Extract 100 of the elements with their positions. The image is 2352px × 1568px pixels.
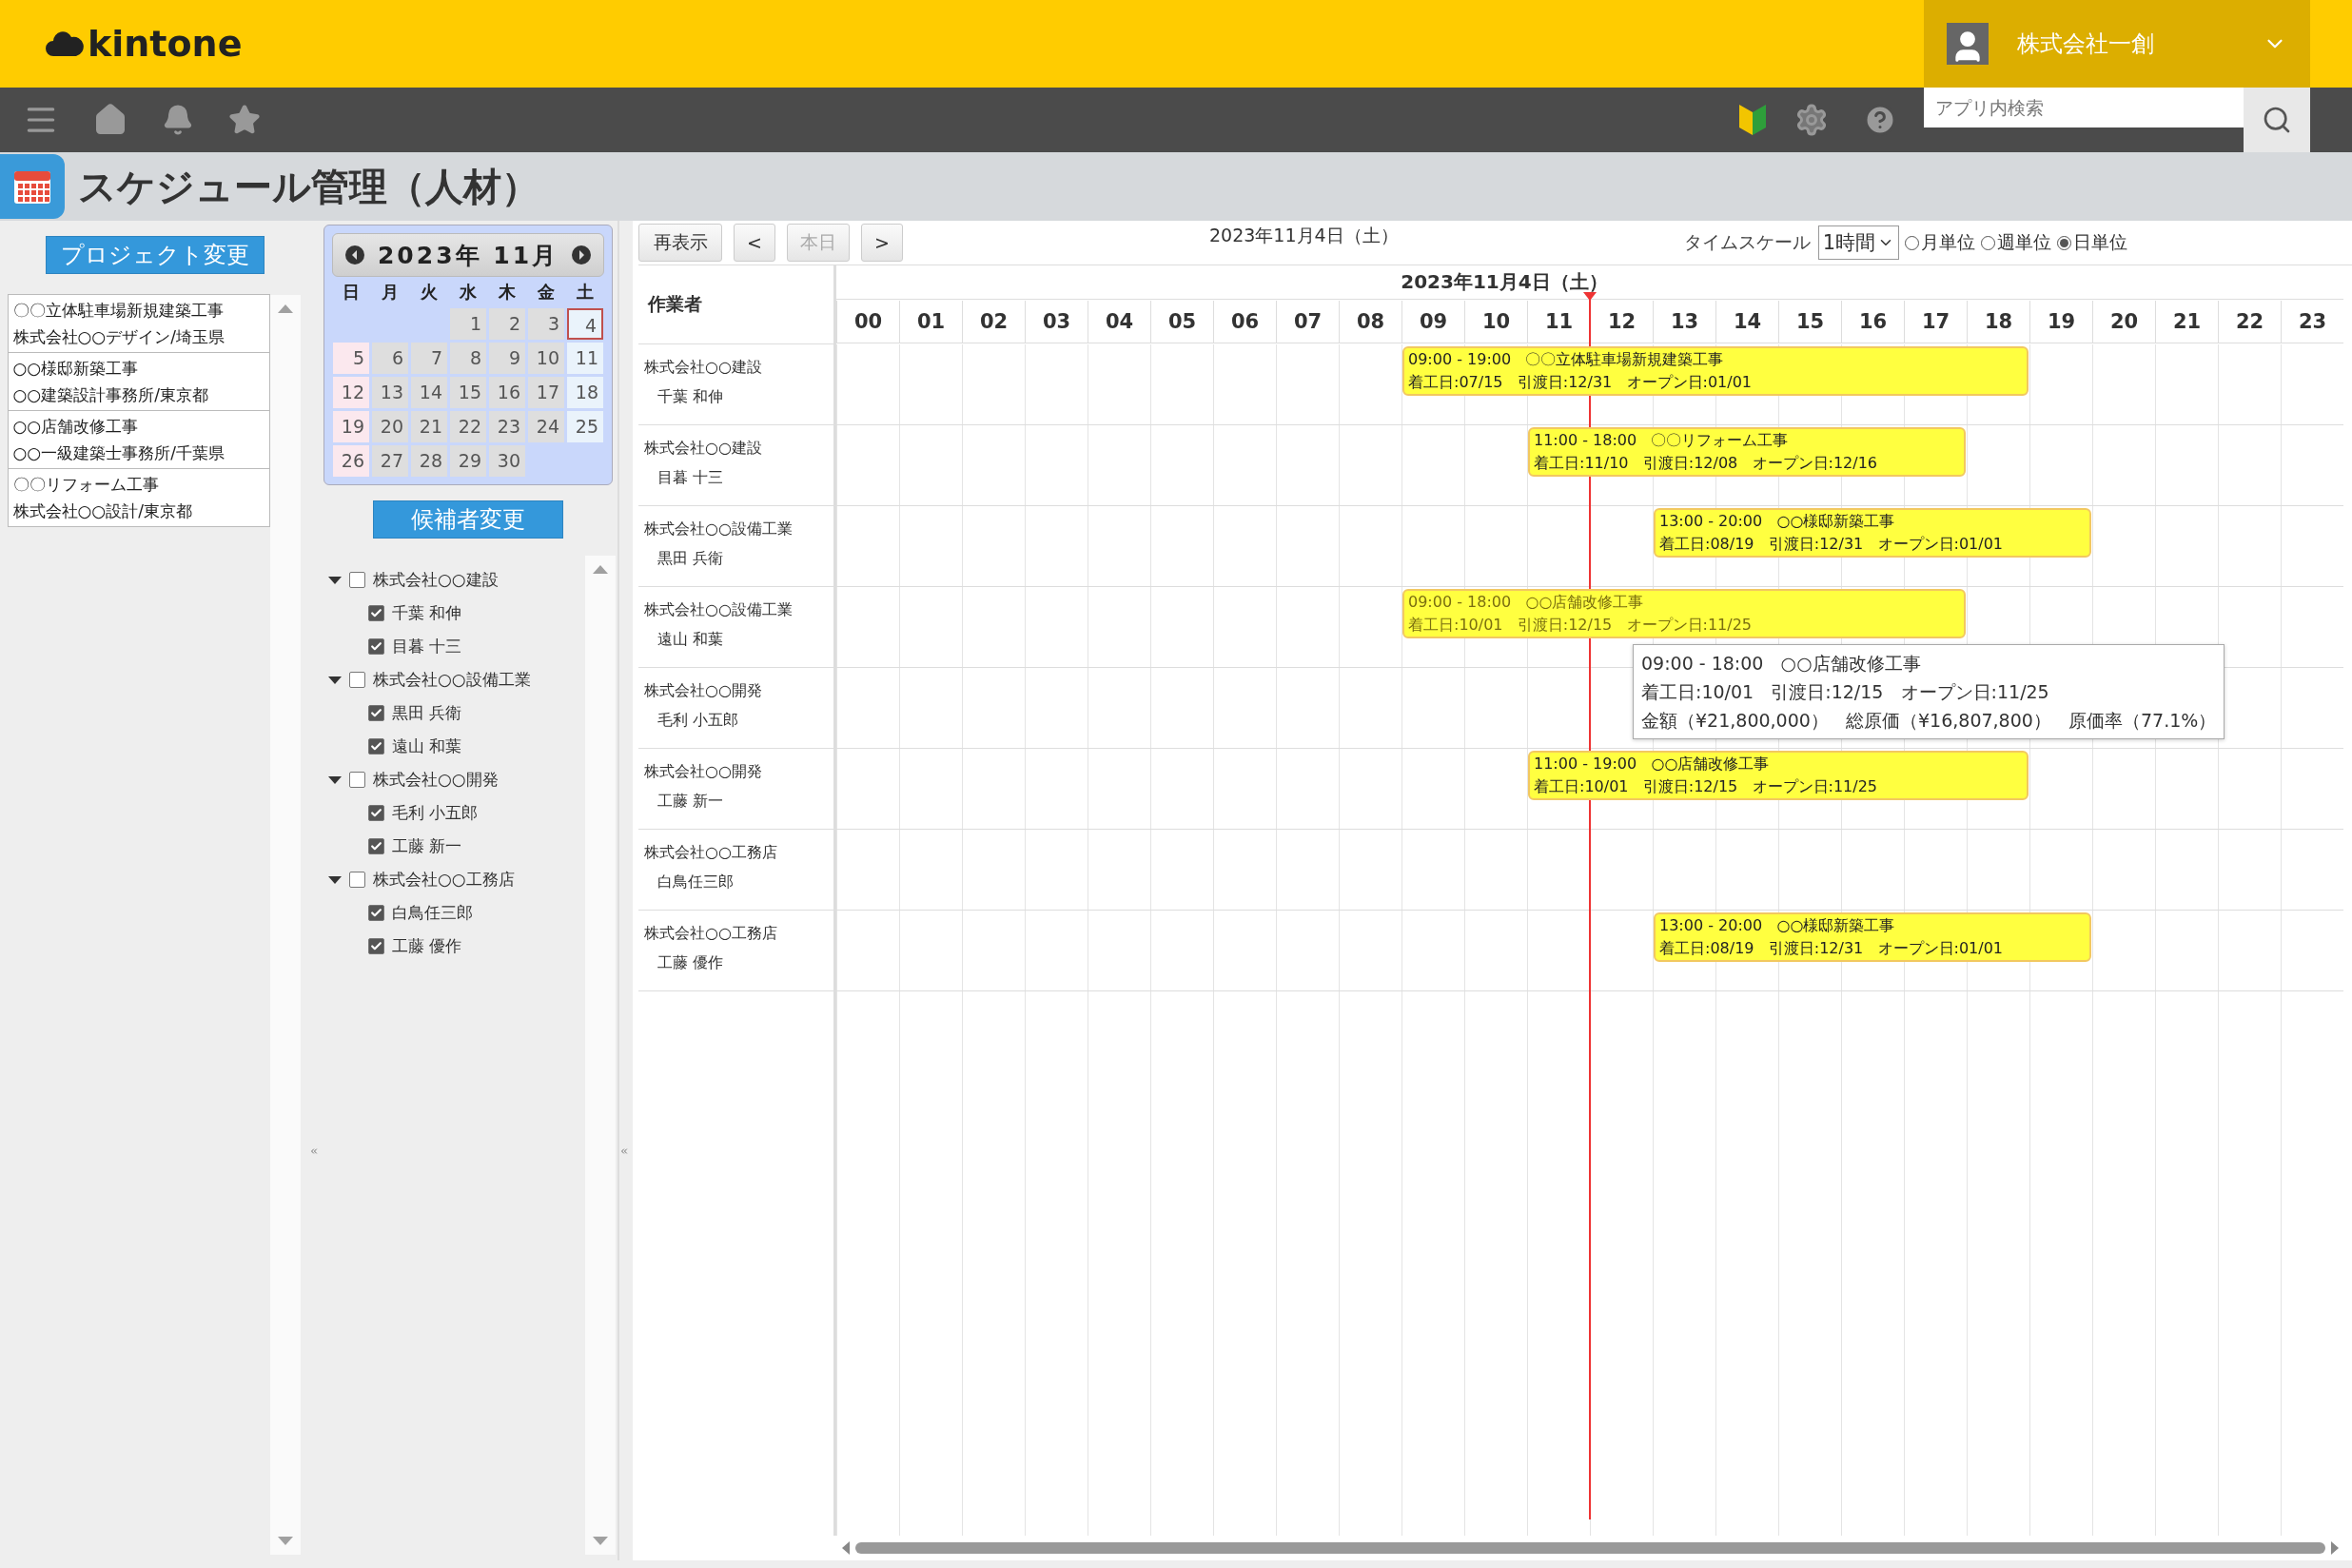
company-name: 株式会社○○設備工業: [644, 519, 794, 539]
schedule-event[interactable]: 11:00 - 18:00 〇〇リフォーム工事 着工日:11/10 引渡日:12/08 オープン日:12/16: [1528, 427, 1966, 477]
checkbox[interactable]: [349, 672, 365, 688]
kintone-logo[interactable]: kintone: [46, 23, 243, 65]
search-button[interactable]: [2244, 88, 2310, 152]
check-icon: [370, 707, 382, 719]
hour-label: 20: [2092, 301, 2155, 343]
scrollbar[interactable]: [585, 556, 616, 1555]
search-field[interactable]: アプリ内検索: [1924, 88, 2244, 127]
calendar-day[interactable]: 22: [450, 411, 486, 442]
project-client: ○○一級建築士事務所/千葉県: [12, 442, 225, 464]
company-name: 株式会社○○開発: [644, 680, 763, 701]
calendar-day[interactable]: 25: [567, 411, 603, 442]
weekday-label: 木: [498, 281, 517, 304]
calendar-day[interactable]: 10: [528, 343, 564, 374]
prev-month-icon[interactable]: [344, 245, 365, 265]
timescale-select[interactable]: 1時間: [1817, 225, 1899, 260]
company-label: 株式会社○○設備工業: [373, 669, 531, 691]
hour-label: 04: [1088, 301, 1150, 343]
calendar-day[interactable]: 16: [489, 377, 525, 408]
hour-label: 09: [1401, 301, 1464, 343]
schedule-event[interactable]: 11:00 - 19:00 ○○店舗改修工事 着工日:10/01 引渡日:12/15 オープン日:11/25: [1528, 751, 2029, 800]
calendar-day[interactable]: 12: [333, 377, 369, 408]
hour-label: 07: [1276, 301, 1339, 343]
calendar-day[interactable]: 26: [333, 445, 369, 477]
prev-button[interactable]: <: [734, 224, 775, 262]
checkbox[interactable]: [349, 872, 365, 888]
calendar-day[interactable]: 18: [567, 377, 603, 408]
refresh-button[interactable]: 再表示: [638, 224, 722, 262]
checkbox[interactable]: [349, 572, 365, 588]
hour-label: 05: [1150, 301, 1213, 343]
view-radio[interactable]: 週単位: [1981, 230, 2051, 255]
project-item[interactable]: ○○様邸新築工事 ○○建築設計事務所/東京都: [7, 352, 270, 411]
schedule-event[interactable]: 09:00 - 19:00 〇〇立体駐車場新規建築工事 着工日:07/15 引渡日:12/31 オープン日:01/01: [1402, 346, 2029, 396]
worker-name: 白鳥任三郎: [657, 872, 735, 892]
calendar-day[interactable]: 7: [411, 343, 447, 374]
expand-caret-icon[interactable]: [328, 576, 342, 584]
calendar-day[interactable]: 27: [372, 445, 408, 477]
calendar-day[interactable]: 1: [450, 308, 486, 340]
next-button[interactable]: >: [861, 224, 903, 262]
checkbox[interactable]: [368, 638, 384, 655]
calendar-day[interactable]: 29: [450, 445, 486, 477]
hour-label: 02: [962, 301, 1025, 343]
calendar-day[interactable]: 17: [528, 377, 564, 408]
calendar-day[interactable]: 3: [528, 308, 564, 340]
schedule-event[interactable]: 13:00 - 20:00 ○○様邸新築工事 着工日:08/19 引渡日:12/31 オープン日:01/01: [1654, 508, 2091, 558]
leaf-mark-icon[interactable]: [1737, 103, 1768, 137]
worker-name: 黒田 兵衛: [657, 548, 725, 569]
calendar-day[interactable]: 24: [528, 411, 564, 442]
calendar-day[interactable]: 2: [489, 308, 525, 340]
company-name: 株式会社○○建設: [644, 357, 763, 378]
calendar-day[interactable]: 5: [333, 343, 369, 374]
calendar-day[interactable]: 14: [411, 377, 447, 408]
project-item[interactable]: ○○店舗改修工事 ○○一級建築士事務所/千葉県: [7, 410, 270, 469]
check-icon: [370, 840, 382, 853]
project-client: 株式会社○○デザイン/埼玉県: [12, 326, 225, 348]
calendar-day[interactable]: 28: [411, 445, 447, 477]
hour-label: 12: [1590, 301, 1653, 343]
person-label: 遠山 和葉: [392, 735, 462, 757]
calendar-day[interactable]: 21: [411, 411, 447, 442]
calendar-day[interactable]: 8: [450, 343, 486, 374]
app-title: スケジュール管理（人材）: [78, 163, 539, 210]
schedule-event[interactable]: 13:00 - 20:00 ○○様邸新築工事 着工日:08/19 引渡日:12/31 オープン日:01/01: [1654, 912, 2091, 962]
calendar-day[interactable]: 13: [372, 377, 408, 408]
calendar-day[interactable]: 19: [333, 411, 369, 442]
calendar-day[interactable]: 11: [567, 343, 603, 374]
hour-label: 10: [1464, 301, 1527, 343]
worker-name: 毛利 小五郎: [657, 710, 740, 731]
worker-name: 千葉 和伸: [657, 386, 725, 407]
calendar-day[interactable]: 9: [489, 343, 525, 374]
project-name: ○○店舗改修工事: [12, 416, 140, 438]
checkbox[interactable]: [368, 905, 384, 921]
checkbox[interactable]: [368, 605, 384, 621]
checkbox[interactable]: [368, 838, 384, 854]
person-label: 目暮 十三: [392, 636, 462, 657]
expand-caret-icon[interactable]: [328, 775, 342, 784]
calendar-day[interactable]: 6: [372, 343, 408, 374]
scrollbar[interactable]: [269, 295, 301, 1555]
project-item[interactable]: 〇〇リフォーム工事 株式会社○○設計/東京都: [7, 468, 270, 527]
next-month-icon[interactable]: [571, 245, 592, 265]
hour-label: 11: [1527, 301, 1590, 343]
hour-label: 17: [1904, 301, 1967, 343]
tooltip-line: 09:00 - 18:00 ○○店舗改修工事: [1641, 652, 1922, 676]
project-item[interactable]: 〇〇立体駐車場新規建築工事 株式会社○○デザイン/埼玉県: [7, 294, 270, 353]
calendar-day[interactable]: 20: [372, 411, 408, 442]
calendar-day[interactable]: 23: [489, 411, 525, 442]
checkbox[interactable]: [368, 805, 384, 821]
checkbox[interactable]: [368, 738, 384, 755]
view-radio[interactable]: 月単位: [1905, 230, 1975, 255]
expand-caret-icon[interactable]: [328, 676, 342, 684]
expand-caret-icon[interactable]: [328, 875, 342, 884]
checkbox[interactable]: [368, 938, 384, 954]
checkbox[interactable]: [368, 705, 384, 721]
calendar-day[interactable]: 30: [489, 445, 525, 477]
calendar-day[interactable]: 15: [450, 377, 486, 408]
hour-label: 18: [1967, 301, 2029, 343]
calendar-day[interactable]: 4: [567, 308, 603, 340]
view-radio[interactable]: 日単位: [2057, 230, 2127, 255]
checkbox[interactable]: [349, 772, 365, 788]
project-name: ○○様邸新築工事: [12, 358, 140, 380]
